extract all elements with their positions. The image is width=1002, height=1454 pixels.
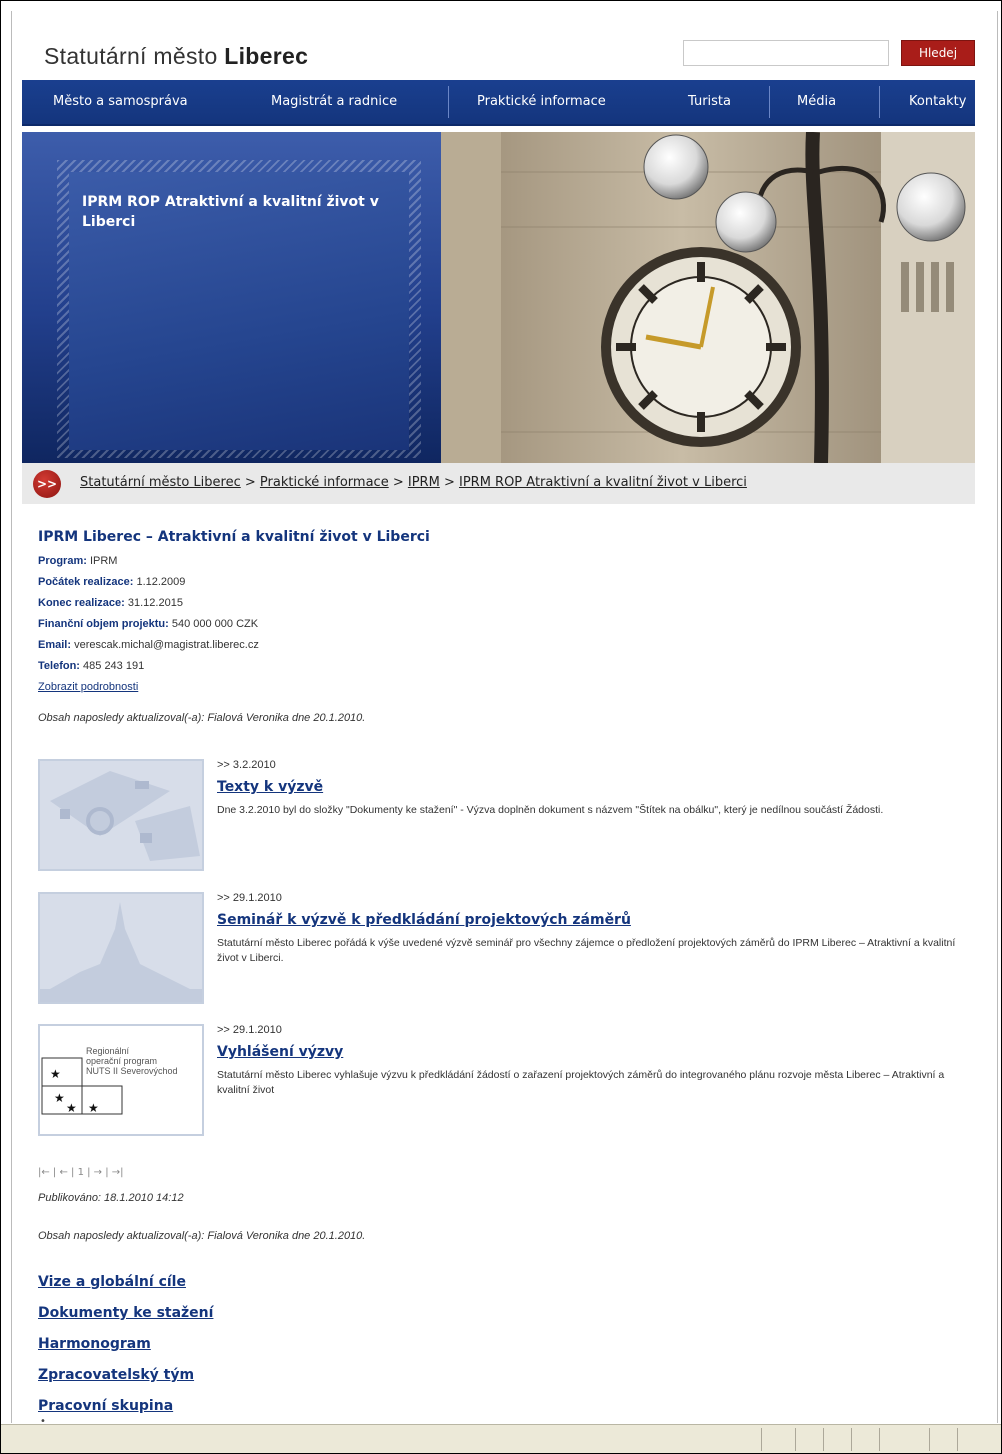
status-cell [823,1428,852,1451]
browser-frame: Statutární město Liberec Hledej Město a … [0,0,1002,1454]
field-budget: Finanční objem projektu: 540 000 000 CZK [38,614,978,635]
nav-item-turista[interactable]: Turista [688,80,731,124]
field-email: Email: verescak.michal@magistrat.liberec… [38,635,978,656]
breadcrumb-arrow-icon: >> [33,470,61,498]
status-cell [879,1428,930,1451]
news-date: >> 29.1.2010 [217,1024,282,1036]
field-label: Telefon: [38,660,80,672]
map-thumbnail-icon [40,761,202,869]
rop-logo-icon: ★ ★ ★ ★ [40,1026,202,1134]
link-harmonogram[interactable]: Harmonogram [38,1333,213,1364]
svg-text:★: ★ [54,1091,65,1105]
status-cell [761,1428,796,1451]
field-label: Počátek realizace: [38,576,134,588]
news-thumbnail-church[interactable] [38,892,204,1004]
news-item: ★ ★ ★ ★ Regionální operační program NUTS… [38,1024,978,1142]
news-text: Statutární město Liberec vyhlašuje výzvu… [217,1069,945,1096]
breadcrumb-separator: > [240,475,260,490]
breadcrumb: Statutární město Liberec > Praktické inf… [80,475,747,490]
main-nav: Město a samospráva Magistrát a radnice P… [22,80,975,126]
rop-logo-line: Regionální [86,1046,130,1056]
field-label: Konec realizace: [38,597,125,609]
search-button[interactable]: Hledej [901,40,975,66]
nav-separator [879,86,880,118]
link-tym[interactable]: Zpracovatelský tým [38,1364,213,1395]
field-label: Finanční objem projektu: [38,618,169,630]
breadcrumb-link-home[interactable]: Statutární město Liberec [80,475,241,490]
news-date: >> 3.2.2010 [217,759,276,771]
breadcrumb-link-iprm[interactable]: IPRM [408,475,440,490]
field-phone: Telefon: 485 243 191 [38,656,978,677]
field-end: Konec realizace: 31.12.2015 [38,593,978,614]
church-thumbnail-icon [40,894,202,1002]
news-thumbnail-rop-logo[interactable]: ★ ★ ★ ★ Regionální operační program NUTS… [38,1024,204,1136]
list-marker: • [40,1416,46,1423]
browser-status-bar [1,1424,1001,1453]
news-text: Statutární město Liberec pořádá k výše u… [217,937,956,964]
project-title: IPRM Liberec – Atraktivní a kvalitní živ… [38,529,430,545]
page: Statutární město Liberec Hledej Město a … [11,11,998,1423]
breadcrumb-link-current[interactable]: IPRM ROP Atraktivní a kvalitní život v L… [459,475,747,490]
status-cell [851,1428,880,1451]
nav-item-magistrat[interactable]: Magistrát a radnice [271,80,397,124]
banner-photo-clock-tower [441,132,975,463]
field-value: 1.12.2009 [136,576,186,588]
breadcrumb-link-prakticke[interactable]: Praktické informace [260,475,389,490]
field-label: Program: [38,555,87,567]
nav-item-media[interactable]: Média [797,80,836,124]
status-cell [957,1428,998,1451]
status-cell [929,1428,958,1451]
banner-title: IPRM ROP Atraktivní a kvalitní život v L… [82,194,379,230]
site-title[interactable]: Statutární město Liberec [44,43,308,70]
last-updated-2: Obsah naposledy aktualizoval(-a): Fialov… [38,1230,366,1242]
field-value[interactable]: verescak.michal@magistrat.liberec.cz [74,639,259,651]
news-text: Dne 3.2.2010 byl do složky "Dokumenty ke… [217,804,884,816]
news-item: >> 29.1.2010 Seminář k výzvě k předkládá… [38,892,978,1010]
link-dokumenty[interactable]: Dokumenty ke stažení [38,1302,213,1333]
nav-separator [769,86,770,118]
banner: IPRM ROP Atraktivní a kvalitní život v L… [22,132,975,463]
project-info: IPRM Liberec – Atraktivní a kvalitní živ… [38,529,978,724]
svg-text:★: ★ [50,1067,61,1081]
link-skupina[interactable]: Pracovní skupina [38,1395,213,1423]
news-item: >> 3.2.2010 Texty k výzvě Dne 3.2.2010 b… [38,759,978,877]
last-updated: Obsah naposledy aktualizoval(-a): Fialov… [38,712,366,724]
breadcrumb-separator: > [439,475,459,490]
nav-item-prakticke[interactable]: Praktické informace [477,80,606,124]
news-title-link[interactable]: Seminář k výzvě k předkládání projektový… [217,912,631,928]
rop-logo-line: NUTS II Severovýchod [86,1066,178,1076]
news-date: >> 29.1.2010 [217,892,282,904]
field-label: Email: [38,639,72,651]
related-links: Vize a globální cíle Dokumenty ke stažen… [38,1271,213,1423]
show-details-link[interactable]: Zobrazit podrobnosti [38,677,978,698]
rop-logo-line: operační program [86,1056,158,1066]
news-thumbnail-map[interactable] [38,759,204,871]
rop-logo-text: Regionální operační program NUTS II Seve… [86,1046,178,1076]
header: Statutární město Liberec Hledej [12,11,997,79]
field-value: 540 000 000 CZK [171,618,259,630]
pager[interactable]: |← | ← | 1 | → | →| [38,1167,124,1178]
link-vize[interactable]: Vize a globální cíle [38,1271,213,1302]
svg-text:★: ★ [88,1101,99,1115]
news-title-link[interactable]: Texty k výzvě [217,779,323,795]
search-input[interactable] [683,40,889,66]
field-value: IPRM [89,555,118,567]
field-program: Program: IPRM [38,551,978,572]
svg-text:★: ★ [66,1101,77,1115]
nav-separator [448,86,449,118]
breadcrumb-separator: > [388,475,408,490]
status-cell [795,1428,824,1451]
field-start: Počátek realizace: 1.12.2009 [38,572,978,593]
news-title-link[interactable]: Vyhlášení výzvy [217,1044,343,1060]
banner-panel: IPRM ROP Atraktivní a kvalitní život v L… [22,132,441,463]
breadcrumb-bar: >> Statutární město Liberec > Praktické … [22,463,975,504]
clock-tower-illustration [441,132,975,463]
nav-item-mesto[interactable]: Město a samospráva [53,80,188,124]
site-title-prefix: Statutární město [44,43,225,69]
published-date: Publikováno: 18.1.2010 14:12 [38,1192,184,1204]
field-value: 31.12.2015 [127,597,183,609]
site-title-bold: Liberec [224,43,309,69]
field-value: 485 243 191 [83,660,145,672]
nav-item-kontakty[interactable]: Kontakty [909,80,966,124]
